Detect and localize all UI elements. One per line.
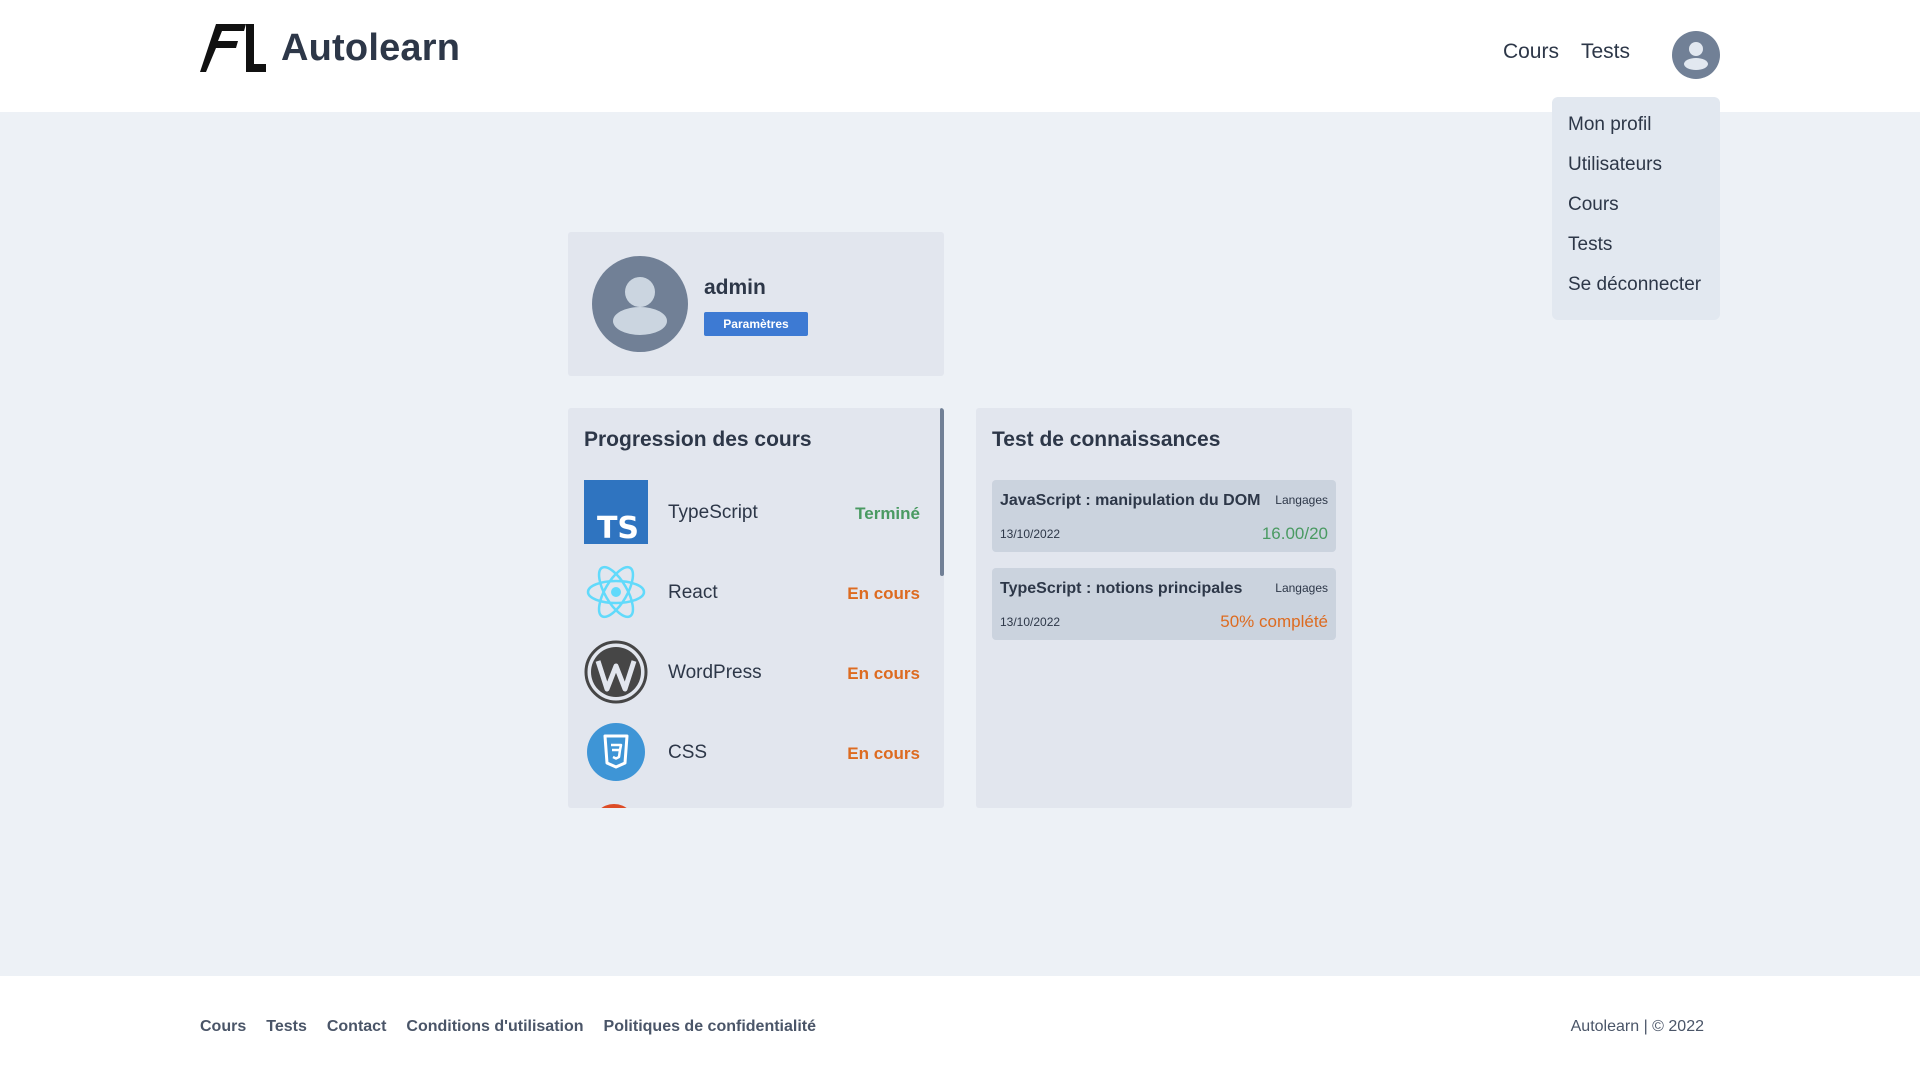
user-dropdown-menu: Mon profil Utilisateurs Cours Tests Se d…: [1552, 97, 1720, 320]
course-status: En cours: [847, 584, 920, 603]
brand-name: Autolearn: [281, 26, 461, 69]
footer-link-contact[interactable]: Contact: [327, 1018, 387, 1036]
course-status: En cours: [847, 664, 920, 683]
test-date: 13/10/2022: [1000, 615, 1061, 629]
course-row-typescript[interactable]: TS TypeScript Terminé: [584, 480, 920, 544]
css3-icon: [587, 723, 645, 781]
copyright-text: Autolearn | © 2022: [1570, 1018, 1704, 1035]
scrollbar-thumb[interactable]: [940, 408, 944, 576]
user-menu-button[interactable]: [1672, 31, 1720, 79]
nav-link-tests[interactable]: Tests: [1581, 40, 1630, 64]
menu-item-logout[interactable]: Se déconnecter: [1552, 274, 1720, 314]
profile-card: admin Paramètres: [568, 232, 944, 376]
nav-link-cours[interactable]: Cours: [1503, 40, 1559, 64]
test-title: JavaScript : manipulation du DOM: [1000, 492, 1261, 509]
profile-username: admin: [704, 276, 766, 299]
knowledge-tests-card: Test de connaissances JavaScript : manip…: [976, 408, 1352, 808]
course-row-react[interactable]: React En cours: [584, 560, 920, 624]
test-title: TypeScript : notions principales: [1000, 580, 1243, 597]
course-icon-partial: [592, 804, 636, 808]
settings-button[interactable]: Paramètres: [704, 312, 808, 336]
course-name: CSS: [668, 742, 708, 763]
svg-text:TS: TS: [597, 511, 639, 544]
test-date: 13/10/2022: [1000, 527, 1061, 541]
course-status: En cours: [847, 744, 920, 763]
site-footer: Cours Tests Contact Conditions d'utilisa…: [0, 976, 1920, 1080]
course-row-css[interactable]: CSS En cours: [584, 720, 920, 784]
course-name: WordPress: [668, 662, 762, 683]
footer-link-privacy[interactable]: Politiques de confidentialité: [604, 1018, 816, 1036]
footer-link-tests[interactable]: Tests: [266, 1018, 307, 1036]
menu-item-utilisateurs[interactable]: Utilisateurs: [1552, 154, 1720, 194]
test-progress: 50% complété: [1220, 612, 1328, 631]
tests-card-title: Test de connaissances: [992, 428, 1221, 451]
course-row-wordpress[interactable]: WordPress En cours: [584, 640, 920, 704]
footer-link-terms[interactable]: Conditions d'utilisation: [406, 1018, 583, 1036]
course-name: TypeScript: [668, 502, 758, 523]
user-icon: [1684, 42, 1708, 70]
typescript-icon: TS: [584, 480, 648, 544]
footer-nav: Cours Tests Contact Conditions d'utilisa…: [200, 1018, 816, 1036]
courses-progress-card: Progression des cours TS TypeScript Term…: [568, 408, 944, 808]
course-name: React: [668, 582, 718, 603]
course-status: Terminé: [855, 504, 920, 523]
footer-link-cours[interactable]: Cours: [200, 1018, 246, 1036]
courses-card-title: Progression des cours: [584, 428, 812, 451]
react-icon: [586, 565, 646, 619]
main-nav: Cours Tests: [1503, 40, 1630, 64]
menu-item-tests[interactable]: Tests: [1552, 234, 1720, 274]
menu-item-cours[interactable]: Cours: [1552, 194, 1720, 234]
test-category-tag: Langages: [1275, 493, 1328, 507]
site-header: Autolearn Cours Tests: [0, 0, 1920, 112]
test-item[interactable]: JavaScript : manipulation du DOM Langage…: [992, 480, 1336, 552]
menu-item-mon-profil[interactable]: Mon profil: [1552, 114, 1720, 154]
profile-avatar: [592, 256, 688, 352]
test-score: 16.00/20: [1261, 524, 1328, 543]
user-icon: [613, 277, 667, 335]
wordpress-icon: [584, 640, 648, 704]
test-item[interactable]: TypeScript : notions principales Langage…: [992, 568, 1336, 640]
test-category-tag: Langages: [1275, 581, 1328, 595]
logo[interactable]: Autolearn: [200, 24, 460, 72]
logo-mark-icon: [200, 24, 266, 72]
